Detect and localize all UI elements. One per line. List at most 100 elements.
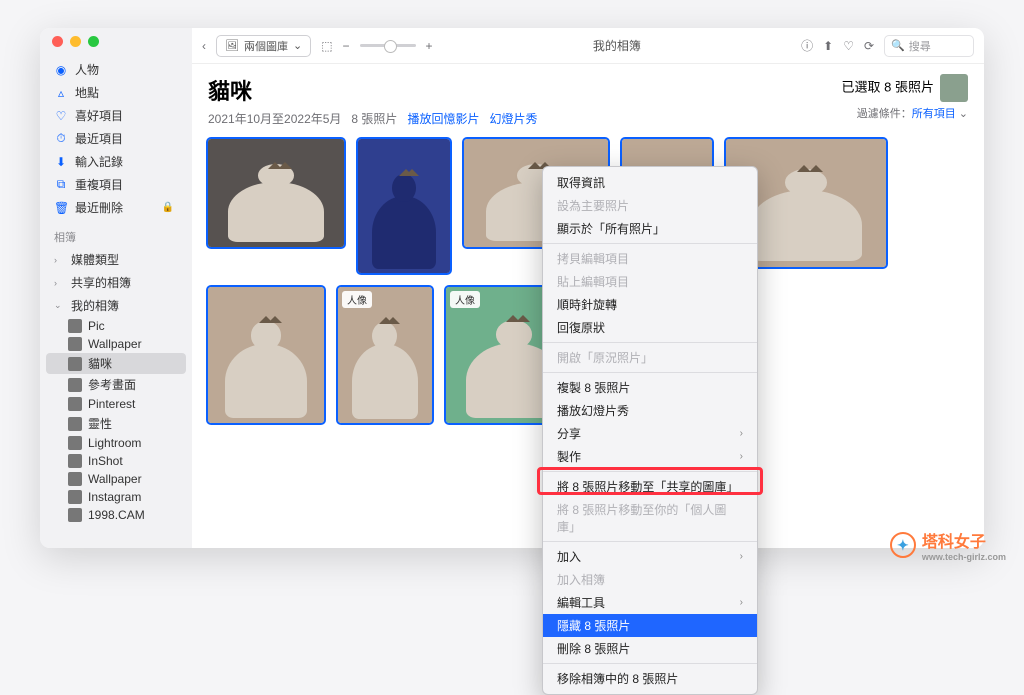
album-thumb-icon — [68, 508, 82, 522]
toolbar: ‹ 🖼兩個圖庫⌄ ⬚ − + 我的相簿 ⓘ ⬆︎ ♡ ⟳ 🔍搜尋 — [192, 28, 984, 64]
sidebar: ◉人物 ▵地點 ♡喜好項目 ⏱最近項目 ⬇︎輸入記錄 ⧉重複項目 🗑最近刪除🔒 … — [40, 28, 192, 548]
sidebar-item-duplicates[interactable]: ⧉重複項目 — [46, 173, 186, 196]
people-icon: ◉ — [54, 63, 68, 77]
album-thumb-icon — [68, 490, 82, 504]
rotate-button[interactable]: ⟳ — [864, 39, 874, 53]
menu-separator — [543, 471, 757, 472]
album-item[interactable]: InShot — [46, 452, 186, 470]
menu-item[interactable]: 將 8 張照片移動至「共享的圖庫」 — [543, 475, 757, 498]
chevron-right-icon: › — [740, 551, 743, 562]
menu-separator — [543, 663, 757, 664]
menu-item-label: 刪除 8 張照片 — [557, 640, 630, 657]
sidebar-item-label: 重複項目 — [75, 176, 123, 193]
import-icon: ⬇︎ — [54, 155, 68, 169]
album-item[interactable]: Pic — [46, 317, 186, 335]
album-thumb-icon — [68, 472, 82, 486]
sidebar-item-label: 最近項目 — [75, 130, 123, 147]
sidebar-item-label: 我的相簿 — [71, 297, 119, 314]
photo-thumbnail[interactable] — [206, 285, 326, 425]
album-label: 貓咪 — [88, 355, 112, 372]
album-label: Lightroom — [88, 436, 141, 450]
zoom-slider[interactable] — [360, 44, 416, 47]
album-label: Pic — [88, 319, 105, 333]
menu-item[interactable]: 製作› — [543, 445, 757, 468]
sidebar-item-label: 共享的相簿 — [71, 274, 131, 291]
album-thumb-icon — [68, 319, 82, 333]
menu-item-label: 回復原狀 — [557, 319, 605, 336]
menu-item-label: 拷貝編輯項目 — [557, 250, 629, 267]
info-button[interactable]: ⓘ — [801, 37, 813, 54]
chevron-right-icon: › — [54, 255, 64, 265]
back-button[interactable]: ‹ — [202, 39, 206, 53]
photos-window: ◉人物 ▵地點 ♡喜好項目 ⏱最近項目 ⬇︎輸入記錄 ⧉重複項目 🗑最近刪除🔒 … — [40, 28, 984, 548]
play-memory-link[interactable]: 播放回憶影片 — [407, 110, 479, 127]
menu-separator — [543, 243, 757, 244]
album-label: InShot — [88, 454, 123, 468]
sidebar-item-label: 地點 — [75, 84, 99, 101]
album-item[interactable]: 靈性 — [46, 413, 186, 434]
sidebar-item-deleted[interactable]: 🗑最近刪除🔒 — [46, 196, 186, 219]
photo-thumbnail[interactable] — [206, 137, 346, 249]
sidebar-folder-myalbums[interactable]: ⌄我的相簿 — [46, 294, 186, 317]
album-item[interactable]: 參考畫面 — [46, 374, 186, 395]
album-thumb-icon — [68, 397, 82, 411]
menu-item[interactable]: 播放幻燈片秀 — [543, 399, 757, 422]
album-item[interactable]: Wallpaper — [46, 335, 186, 353]
window-controls — [52, 36, 99, 47]
menu-item[interactable]: 移除相簿中的 8 張照片 — [543, 667, 757, 690]
album-item[interactable]: Wallpaper — [46, 470, 186, 488]
menu-item[interactable]: 刪除 8 張照片 — [543, 637, 757, 660]
sidebar-item-people[interactable]: ◉人物 — [46, 58, 186, 81]
album-item[interactable]: Instagram — [46, 488, 186, 506]
menu-item-label: 顯示於「所有照片」 — [557, 220, 665, 237]
photo-thumbnail[interactable]: 人像 — [336, 285, 434, 425]
menu-item[interactable]: 編輯工具› — [543, 591, 757, 614]
sidebar-item-imports[interactable]: ⬇︎輸入記錄 — [46, 150, 186, 173]
sidebar-folder-media[interactable]: ›媒體類型 — [46, 248, 186, 271]
context-menu: 取得資訊設為主要照片顯示於「所有照片」拷貝編輯項目貼上編輯項目順時針旋轉回復原狀… — [542, 166, 758, 695]
sidebar-item-recents[interactable]: ⏱最近項目 — [46, 127, 186, 150]
menu-item[interactable]: 順時針旋轉 — [543, 293, 757, 316]
album-item[interactable]: 1998.CAM — [46, 506, 186, 524]
menu-item[interactable]: 顯示於「所有照片」 — [543, 217, 757, 240]
close-window[interactable] — [52, 36, 63, 47]
menu-item[interactable]: 隱藏 8 張照片 — [543, 614, 757, 637]
share-button[interactable]: ⬆︎ — [823, 39, 833, 53]
menu-item: 加入相簿 — [543, 568, 757, 591]
sidebar-folder-shared[interactable]: ›共享的相簿 — [46, 271, 186, 294]
slideshow-link[interactable]: 幻燈片秀 — [489, 110, 537, 127]
menu-item: 設為主要照片 — [543, 194, 757, 217]
menu-item-label: 將 8 張照片移動至「共享的圖庫」 — [557, 478, 738, 495]
album-item[interactable]: 貓咪 — [46, 353, 186, 374]
album-item[interactable]: Pinterest — [46, 395, 186, 413]
menu-item[interactable]: 回復原狀 — [543, 316, 757, 339]
menu-item[interactable]: 分享› — [543, 422, 757, 445]
zoom-out-icon[interactable]: − — [343, 39, 350, 53]
menu-item[interactable]: 複製 8 張照片 — [543, 376, 757, 399]
album-label: Wallpaper — [88, 472, 142, 486]
menu-item: 拷貝編輯項目 — [543, 247, 757, 270]
photo-thumbnail[interactable] — [356, 137, 452, 275]
selection-status: 已選取 8 張照片 — [842, 79, 934, 94]
minimize-window[interactable] — [70, 36, 81, 47]
album-item[interactable]: Lightroom — [46, 434, 186, 452]
sidebar-item-favorites[interactable]: ♡喜好項目 — [46, 104, 186, 127]
search-input[interactable]: 🔍搜尋 — [884, 35, 974, 57]
fullscreen-window[interactable] — [88, 36, 99, 47]
menu-separator — [543, 342, 757, 343]
menu-item-label: 加入 — [557, 548, 581, 565]
sidebar-item-label: 最近刪除 — [75, 199, 123, 216]
sidebar-item-places[interactable]: ▵地點 — [46, 81, 186, 104]
menu-item-label: 移除相簿中的 8 張照片 — [557, 670, 678, 687]
menu-item: 開啟「原況照片」 — [543, 346, 757, 369]
filter-dropdown[interactable]: 所有項目 — [912, 108, 956, 120]
menu-item: 將 8 張照片移動至你的「個人圖庫」 — [543, 498, 757, 538]
menu-item[interactable]: 取得資訊 — [543, 171, 757, 194]
menu-item[interactable]: 加入 › — [543, 545, 757, 568]
aspect-button[interactable]: ⬚ — [321, 39, 332, 53]
chevron-down-icon: ⌄ — [293, 39, 302, 52]
zoom-in-icon[interactable]: + — [426, 39, 433, 53]
library-switcher[interactable]: 🖼兩個圖庫⌄ — [216, 35, 311, 57]
search-placeholder: 搜尋 — [909, 38, 931, 54]
favorite-button[interactable]: ♡ — [843, 39, 854, 53]
